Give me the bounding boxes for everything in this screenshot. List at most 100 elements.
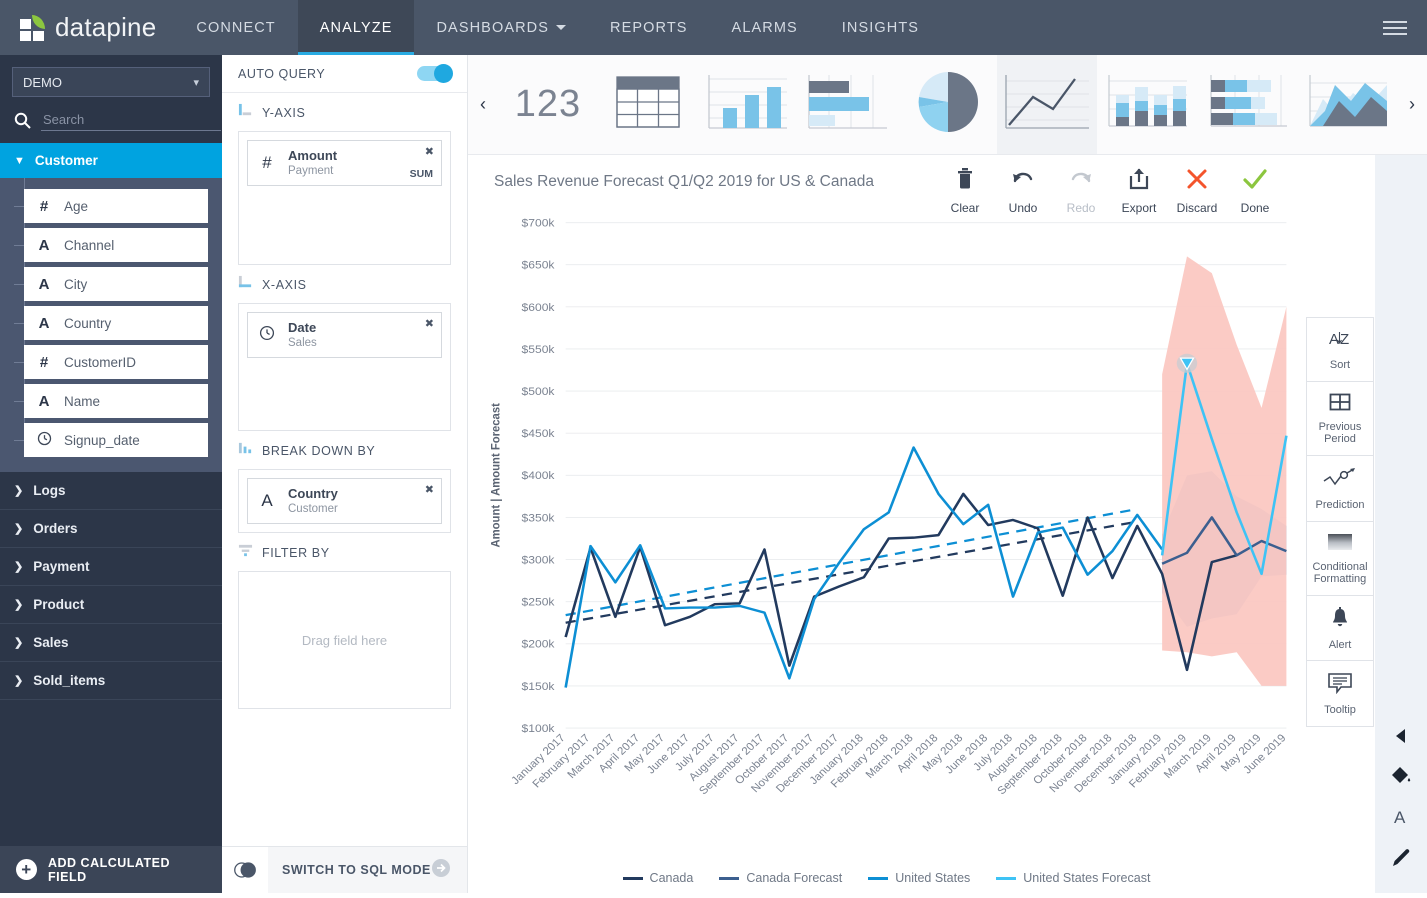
line-chart-plot[interactable]: $700k $650k $600k $550k $500k $450k $400k $350k…: [468, 207, 1305, 893]
chevron-right-icon: ❯: [14, 637, 24, 649]
nav-item-analyze-label: ANALYZE: [319, 19, 393, 36]
chevron-right-icon: ❯: [14, 523, 24, 535]
sidebar-table-customer-label: Customer: [34, 153, 98, 168]
y-axis-tick-label: $700k: [522, 217, 555, 230]
customer-field-list: # Age A Channel A City A Country # Custo…: [0, 178, 222, 472]
nav-item-connect-label: CONNECT: [196, 19, 276, 36]
brand-logo[interactable]: datapine: [0, 0, 174, 55]
app-body: DEMO ▾ ▼ Customer # Age A C: [0, 55, 1427, 893]
field-type-icon-number: #: [39, 353, 49, 371]
y-axis-field-amount-name: Amount: [288, 147, 338, 163]
previous-period-tool[interactable]: Previous Period: [1307, 382, 1373, 456]
alert-tool[interactable]: Alert: [1307, 596, 1373, 662]
sql-mode-label[interactable]: SWITCH TO SQL MODE: [268, 863, 431, 877]
field-age[interactable]: # Age: [14, 189, 208, 223]
sort-tool[interactable]: AZ Sort: [1307, 318, 1373, 382]
sidebar-table-logs[interactable]: ❯ Logs: [0, 472, 222, 510]
chart-area: Sales Revenue Forecast Q1/Q2 2019 for US…: [468, 155, 1427, 893]
y-axis-field-aggregation[interactable]: SUM: [410, 168, 433, 180]
paint-bucket-icon[interactable]: [1390, 765, 1412, 787]
sql-mode-arrow-icon[interactable]: [431, 858, 467, 883]
chevron-down-icon: [556, 25, 567, 30]
field-channel[interactable]: A Channel: [14, 228, 208, 262]
breakdown-field-country[interactable]: A Country Customer ✖: [247, 478, 442, 524]
field-country[interactable]: A Country: [14, 306, 208, 340]
chart-type-number[interactable]: 123: [498, 55, 598, 154]
triangle-left-icon[interactable]: [1394, 727, 1408, 745]
tooltip-tool[interactable]: Tooltip: [1307, 661, 1373, 726]
sql-mode-toggle-icon[interactable]: [222, 847, 268, 893]
chart-type-stacked-bar[interactable]: [1197, 55, 1297, 154]
sidebar-table-sold-items[interactable]: ❯ Sold_items: [0, 662, 222, 700]
prediction-tool[interactable]: Prediction: [1307, 456, 1373, 522]
field-city[interactable]: A City: [14, 267, 208, 301]
legend-item-united-states-forecast[interactable]: United States Forecast: [996, 871, 1150, 885]
trash-icon: [954, 167, 976, 196]
line-chart-icon: [1001, 71, 1093, 138]
chart-canvas-wrapper: Sales Revenue Forecast Q1/Q2 2019 for US…: [468, 155, 1305, 893]
forecast-confidence-band: [1162, 256, 1287, 686]
y-axis-title: Amount | Amount Forecast: [489, 403, 502, 547]
query-builder-panel: AUTO QUERY Y-AXIS # Amount Payment ✖ SUM…: [222, 55, 468, 893]
search-input[interactable]: [41, 109, 221, 131]
legend-item-united-states[interactable]: United States: [868, 871, 970, 885]
breakdown-field-country-name: Country: [288, 485, 338, 501]
chart-type-pie[interactable]: [898, 55, 998, 154]
field-customerid[interactable]: # CustomerID: [14, 345, 208, 379]
remove-x-axis-field-icon[interactable]: ✖: [425, 317, 434, 330]
x-axis-dropzone[interactable]: Date Sales ✖: [238, 303, 451, 431]
svg-text:A: A: [1394, 808, 1406, 827]
sidebar-table-product[interactable]: ❯ Product: [0, 586, 222, 624]
nav-item-insights[interactable]: INSIGHTS: [820, 0, 941, 55]
breakdown-dropzone[interactable]: A Country Customer ✖: [238, 469, 451, 533]
remove-y-axis-field-icon[interactable]: ✖: [425, 145, 434, 158]
chart-type-stacked-column[interactable]: [1097, 55, 1197, 154]
y-axis-field-amount[interactable]: # Amount Payment ✖ SUM: [247, 140, 442, 186]
remove-breakdown-field-icon[interactable]: ✖: [425, 483, 434, 496]
chart-type-next-button[interactable]: ›: [1397, 55, 1427, 154]
hamburger-menu-icon[interactable]: [1363, 0, 1427, 55]
chevron-right-icon: ❯: [14, 599, 24, 611]
nav-item-connect[interactable]: CONNECT: [174, 0, 297, 55]
sidebar-table-sales[interactable]: ❯ Sales: [0, 624, 222, 662]
table-chart-icon: [614, 73, 682, 136]
breakdown-title: BREAK DOWN BY: [262, 444, 376, 458]
nav-item-analyze[interactable]: ANALYZE: [297, 0, 415, 55]
x-axis-field-date[interactable]: Date Sales ✖: [247, 312, 442, 358]
grid-icon: [1329, 393, 1351, 416]
auto-query-row: AUTO QUERY: [222, 55, 467, 93]
nav-item-alarms[interactable]: ALARMS: [710, 0, 820, 55]
chart-type-line[interactable]: [997, 55, 1098, 154]
chart-type-bar[interactable]: [798, 55, 898, 154]
legend-item-canada[interactable]: Canada: [622, 871, 693, 885]
x-axis-field-date-name: Date: [288, 319, 317, 335]
auto-query-label: AUTO QUERY: [238, 66, 326, 81]
database-selector[interactable]: DEMO ▾: [12, 67, 210, 97]
field-name[interactable]: A Name: [14, 384, 208, 418]
add-calculated-field-button[interactable]: + ADD CALCULATED FIELD: [0, 846, 222, 893]
chevron-right-icon: ❯: [14, 561, 24, 573]
legend-swatch-united-states-forecast: [996, 876, 1017, 880]
field-type-icon-text: A: [38, 275, 50, 293]
chart-type-column[interactable]: [698, 55, 798, 154]
nav-item-reports[interactable]: REPORTS: [588, 0, 710, 55]
chart-type-prev-button[interactable]: ‹: [468, 55, 498, 154]
field-age-label: Age: [64, 198, 89, 214]
filter-dropzone[interactable]: Drag field here: [238, 571, 451, 709]
conditional-formatting-tool[interactable]: Conditional Formatting: [1307, 522, 1373, 596]
sidebar-table-orders[interactable]: ❯ Orders: [0, 510, 222, 548]
sidebar-table-customer[interactable]: ▼ Customer: [0, 143, 222, 178]
sidebar-table-payment[interactable]: ❯ Payment: [0, 548, 222, 586]
pencil-icon[interactable]: [1390, 847, 1412, 869]
svg-text:A: A: [1329, 331, 1339, 348]
chart-type-area[interactable]: [1297, 55, 1397, 154]
y-axis-dropzone[interactable]: # Amount Payment ✖ SUM: [238, 131, 451, 265]
nav-item-dashboards[interactable]: DASHBOARDS: [414, 0, 588, 55]
text-a-icon[interactable]: A: [1391, 807, 1411, 827]
chart-type-table[interactable]: [598, 55, 698, 154]
field-signup-date[interactable]: Signup_date: [14, 423, 208, 457]
legend-item-canada-forecast[interactable]: Canada Forecast: [719, 871, 842, 885]
chart-type-number-label: 123: [514, 83, 582, 125]
auto-query-toggle[interactable]: [417, 64, 453, 83]
filter-section: FILTER BY Drag field here: [222, 533, 467, 709]
